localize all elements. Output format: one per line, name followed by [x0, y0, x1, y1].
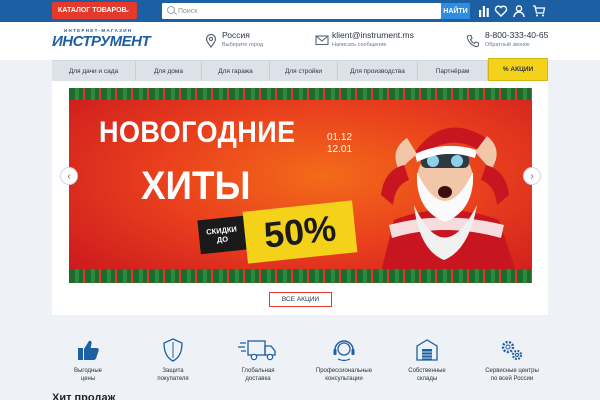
warehouse-icon: [416, 339, 438, 361]
feature-delivery[interactable]: Глобальная доставка: [218, 337, 298, 383]
search-input[interactable]: [178, 4, 433, 18]
shield-icon: [163, 338, 183, 362]
region-selector[interactable]: Россия Выберите город: [222, 30, 263, 48]
promo-carousel: НОВОГОДНИЕ ХИТЫ 01.12 12.01 СКИДКИ ДО 50…: [52, 81, 548, 315]
header: ИНТЕРНЕТ-МАГАЗИН ИНСТРУМЕНТ Россия Выбер…: [0, 22, 600, 60]
top-bar: КАТАЛОГ ТОВАРОВ ⌄ НАЙТИ: [0, 0, 600, 22]
search-icon: [167, 6, 175, 14]
chart-icon[interactable]: [477, 4, 491, 18]
features-row: Выгодные цены Защита покупателя Глобальная…: [52, 337, 548, 392]
feature-label-line1: Защита: [162, 368, 184, 374]
location-pin-icon: [205, 34, 217, 48]
cart-icon[interactable]: [532, 4, 546, 18]
catalog-label: КАТАЛОГ ТОВАРОВ: [58, 7, 127, 14]
nav-item-partners[interactable]: Партнёрам: [418, 61, 488, 81]
feature-label-line2: цены: [80, 376, 96, 382]
discount-label: СКИДКИ ДО: [197, 215, 247, 255]
headset-icon: [333, 340, 355, 362]
date-start: 01.12: [327, 132, 353, 143]
thumbs-up-icon: [78, 340, 99, 360]
feature-label-line1: Собственные: [408, 368, 446, 374]
feature-label-line2: по всей России: [490, 376, 534, 382]
category-nav: Для дачи и сада Для дома Для гаража Для …: [52, 58, 548, 81]
carousel-prev-button[interactable]: ‹: [60, 167, 78, 185]
feature-label-line1: Выгодные: [73, 368, 103, 374]
nav-item-construction[interactable]: Для стройки: [270, 61, 338, 81]
nav-item-garage[interactable]: Для гаража: [202, 61, 270, 81]
chevron-down-icon: ⌄: [124, 7, 130, 14]
banner-title-line1: НОВОГОДНИЕ: [99, 116, 296, 149]
catalog-button[interactable]: КАТАЛОГ ТОВАРОВ ⌄: [52, 2, 137, 19]
feature-label-line2: покупателя: [157, 376, 189, 382]
chevron-left-icon: ‹: [67, 170, 71, 182]
logo[interactable]: ИНТЕРНЕТ-МАГАЗИН ИНСТРУМЕНТ: [52, 28, 160, 54]
region-hint: Выберите город: [222, 42, 264, 48]
find-button[interactable]: НАЙТИ: [441, 3, 470, 19]
phone-number: 8-800-333-40-65: [485, 30, 549, 40]
envelope-icon: [315, 35, 329, 46]
garland-decoration-bottom: [69, 269, 532, 283]
phone-icon: [466, 34, 480, 48]
nav-item-production[interactable]: Для производства: [338, 61, 418, 81]
logo-wordmark: ИНСТРУМЕНТ: [52, 33, 151, 50]
email-hint: Написать сообщение: [332, 42, 387, 48]
nav-item-home[interactable]: Для дома: [136, 61, 202, 81]
discount-label-line2: ДО: [216, 234, 229, 245]
feature-label-line2: консультации: [325, 376, 363, 382]
region-name: Россия: [222, 30, 250, 40]
heart-icon[interactable]: [494, 4, 508, 18]
discount-value: 50%: [242, 200, 358, 264]
callback-link[interactable]: Обратный звонок: [485, 42, 548, 48]
garland-decoration: [69, 88, 532, 100]
feature-label-line1: Глобальная: [241, 368, 275, 374]
santa-illustration: [379, 127, 519, 280]
email-address: klient@instrument.ms: [332, 30, 414, 40]
carousel-next-button[interactable]: ›: [523, 167, 541, 185]
feature-consulting[interactable]: Профессиональные консультации: [304, 337, 384, 383]
nav-item-promotions[interactable]: % АКЦИИ: [488, 58, 548, 81]
feature-prices[interactable]: Выгодные цены: [48, 337, 128, 383]
feature-label-line1: Профессиональные: [315, 368, 373, 374]
feature-warehouses[interactable]: Собственные склады: [387, 337, 467, 383]
feature-label-line1: Сервисные центры: [485, 368, 539, 374]
search-box: [162, 3, 441, 19]
email-contact[interactable]: klient@instrument.ms Написать сообщение: [332, 30, 414, 48]
nav-item-garden[interactable]: Для дачи и сада: [52, 61, 136, 81]
section-title-hits: Хит продаж: [52, 392, 116, 400]
user-icon[interactable]: [512, 4, 526, 18]
feature-service-centers[interactable]: Сервисные центры по всей России: [472, 337, 552, 383]
banner-title-line2: ХИТЫ: [141, 164, 251, 208]
feature-label-line2: доставка: [245, 376, 271, 382]
feature-protection[interactable]: Защита покупателя: [133, 337, 213, 383]
banner-dates: 01.12 12.01: [327, 132, 352, 156]
gears-icon: [501, 340, 523, 361]
promo-banner[interactable]: НОВОГОДНИЕ ХИТЫ 01.12 12.01 СКИДКИ ДО 50…: [69, 88, 532, 283]
truck-icon: [238, 340, 276, 361]
feature-label-line2: склады: [416, 376, 438, 382]
date-end: 12.01: [327, 144, 353, 155]
chevron-right-icon: ›: [530, 170, 534, 182]
all-promotions-button[interactable]: ВСЕ АКЦИИ: [269, 292, 332, 307]
phone-contact[interactable]: 8-800-333-40-65 Обратный звонок: [485, 30, 548, 48]
